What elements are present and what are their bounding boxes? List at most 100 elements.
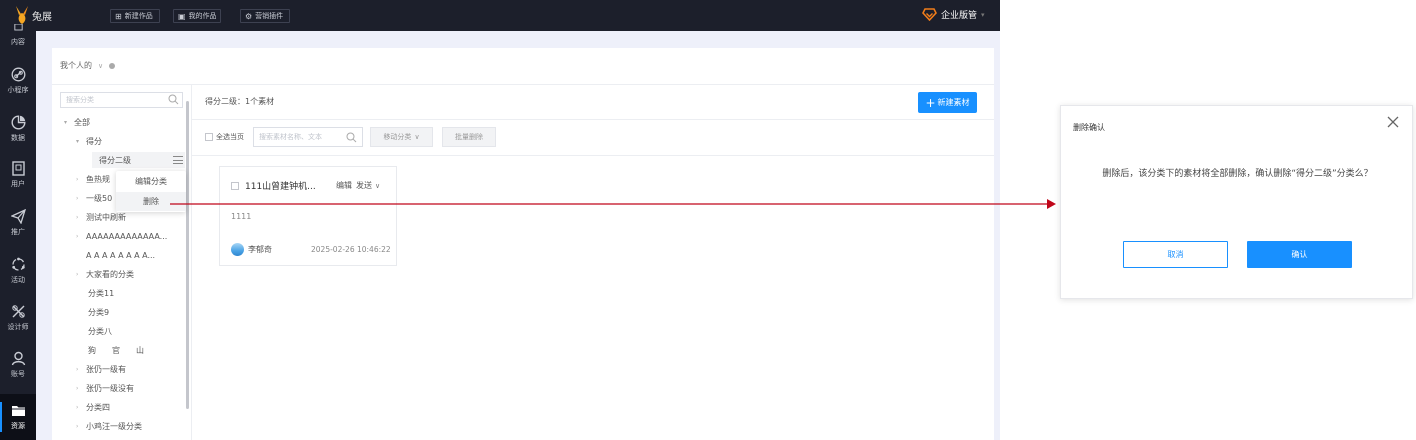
tree-node-score[interactable]: ▾ 得分	[76, 133, 102, 149]
rail-item-activity[interactable]: 活动	[0, 248, 36, 294]
caret-down-icon[interactable]: ▾	[64, 119, 74, 126]
plus-icon: +	[925, 95, 936, 110]
tree-node[interactable]: › 小鸡汪一级分类	[76, 418, 142, 434]
chevron-down-icon: ▾	[981, 10, 985, 19]
category-context-menu: 编辑分类 删除	[116, 171, 186, 212]
delete-confirm-dialog: 删除确认 删除后，该分类下的素材将全部删除，确认删除“得分二级”分类么？ 取消 …	[1060, 105, 1413, 299]
plus-square-icon: ⊞	[115, 11, 122, 21]
chevron-down-icon: ∨	[98, 61, 104, 70]
cancel-button[interactable]: 取消	[1123, 241, 1228, 268]
edit-link[interactable]: 编辑	[336, 180, 352, 191]
dialog-message: 删除后，该分类下的素材将全部删除，确认删除“得分二级”分类么？	[1102, 169, 1373, 179]
tree-node[interactable]: A A A A A A A A...	[86, 247, 155, 263]
chevron-down-icon: ∨	[414, 133, 420, 141]
rail-item-data[interactable]: 数据	[0, 106, 36, 152]
tree-node[interactable]: › 张仍一级没有	[76, 380, 134, 396]
tree-node[interactable]: 分类八	[88, 323, 112, 339]
card-author: 李郁奇	[231, 243, 272, 256]
gear-icon: ⚙	[245, 11, 253, 21]
edit-category-menu-item[interactable]: 编辑分类	[116, 172, 186, 191]
panel-divider	[52, 84, 994, 85]
my-works-button[interactable]: ▣ 我的作品	[173, 9, 221, 23]
checkbox-icon[interactable]	[231, 181, 239, 190]
card-timestamp: 2025-02-26 10:46:22	[311, 245, 391, 254]
scope-selector[interactable]: 我个人的 ∨	[60, 60, 116, 71]
card-actions: 编辑 发送 ∨	[336, 180, 380, 191]
content-icon	[13, 23, 23, 30]
caret-right-icon[interactable]: ›	[76, 404, 86, 411]
rail-item-promote[interactable]: 推广	[0, 200, 36, 246]
tree-node[interactable]: › AAAAAAAAAAAAA...	[76, 228, 167, 244]
card-title: 111山曾建钟机...	[245, 182, 316, 192]
tree-divider	[191, 85, 192, 440]
rail-item-designer[interactable]: 设计师	[0, 295, 36, 341]
doc-icon: ▣	[178, 11, 186, 21]
rail-item-miniprogram[interactable]: 小程序	[0, 58, 36, 104]
tree-node-all[interactable]: ▾ 全部	[64, 114, 90, 130]
content-divider	[192, 119, 994, 120]
marketing-plugins-button[interactable]: ⚙ 营销插件	[240, 9, 290, 23]
top-bar: 兔展 ⊞ 新建作品 ▣ 我的作品 ⚙ 营销插件 企业版管 ▾	[0, 0, 1000, 31]
diamond-icon	[922, 8, 937, 21]
card-body-text: 1111	[231, 212, 252, 221]
resource-panel	[52, 48, 994, 440]
checkbox-icon[interactable]	[205, 133, 213, 141]
caret-right-icon[interactable]: ›	[76, 195, 86, 202]
activity-icon	[11, 257, 25, 271]
caret-right-icon[interactable]: ›	[76, 214, 86, 221]
tree-scrollbar[interactable]	[186, 101, 189, 409]
avatar	[231, 243, 244, 256]
new-material-button[interactable]: + 新建素材	[918, 92, 977, 113]
caret-right-icon[interactable]: ›	[76, 176, 86, 183]
rail-item-content[interactable]: 内容	[0, 19, 36, 51]
tree-node[interactable]: 分类9	[88, 304, 109, 320]
select-all-checkbox[interactable]: 全选当页	[205, 132, 244, 142]
design-icon	[11, 305, 25, 318]
search-icon[interactable]	[168, 94, 179, 105]
user-card-icon	[11, 161, 25, 176]
rail-item-resources[interactable]: 资源	[0, 394, 36, 440]
material-search-input[interactable]: 搜索素材名称、文本	[253, 127, 363, 147]
rail-item-account[interactable]: 账号	[0, 342, 36, 388]
confirm-button[interactable]: 确认	[1247, 241, 1352, 268]
caret-right-icon[interactable]: ›	[76, 366, 86, 373]
enterprise-switch[interactable]: 企业版管 ▾	[922, 8, 985, 21]
caret-right-icon[interactable]: ›	[76, 385, 86, 392]
tree-node[interactable]: › 一级50	[76, 190, 112, 206]
breadcrumb: 得分二级：1个素材	[205, 97, 275, 106]
new-work-button[interactable]: ⊞ 新建作品	[110, 9, 160, 23]
batch-delete-button[interactable]: 批量删除	[442, 127, 496, 147]
pie-icon	[11, 115, 26, 130]
caret-down-icon[interactable]: ▾	[76, 138, 86, 145]
tree-node[interactable]: › 张仍一级有	[76, 361, 126, 377]
link-icon	[11, 67, 25, 82]
app-root: 兔展 ⊞ 新建作品 ▣ 我的作品 ⚙ 营销插件 企业版管 ▾ 内容 小程序 数据…	[0, 0, 1416, 440]
delete-category-menu-item[interactable]: 删除	[116, 192, 186, 211]
rail-item-users[interactable]: 用户	[0, 152, 36, 198]
send-dropdown[interactable]: 发送	[356, 180, 372, 191]
caret-right-icon[interactable]: ›	[76, 271, 86, 278]
send-icon	[10, 209, 26, 224]
chevron-down-icon[interactable]: ∨	[375, 182, 380, 190]
card-title-row: 111山曾建钟机...	[231, 179, 316, 192]
caret-right-icon[interactable]: ›	[76, 423, 86, 430]
close-icon[interactable]	[1387, 116, 1399, 128]
info-icon[interactable]	[109, 62, 116, 69]
folder-icon	[11, 406, 25, 416]
enterprise-name: 企业版管	[941, 11, 978, 21]
move-category-button[interactable]: 移动分类 ∨	[370, 127, 433, 147]
more-menu-icon[interactable]	[173, 156, 183, 164]
tree-node[interactable]: 分类11	[88, 285, 114, 301]
tree-node[interactable]: › 分类四	[76, 399, 110, 415]
tree-node[interactable]: 狗 官 山	[88, 342, 144, 358]
material-card[interactable]: 111山曾建钟机... 编辑 发送 ∨ 1111 李郁奇 2025-02-26 …	[219, 166, 397, 266]
content-divider	[192, 155, 994, 156]
tree-node[interactable]: › 鱼热规	[76, 171, 110, 187]
account-icon	[11, 351, 25, 366]
tree-node[interactable]: › 大家看的分类	[76, 266, 134, 282]
dialog-title: 删除确认	[1073, 123, 1105, 132]
category-search-input[interactable]: 搜索分类	[60, 92, 183, 108]
search-icon[interactable]	[346, 132, 357, 143]
tree-node-score-level2[interactable]: 得分二级	[92, 152, 185, 168]
caret-right-icon[interactable]: ›	[76, 233, 86, 240]
